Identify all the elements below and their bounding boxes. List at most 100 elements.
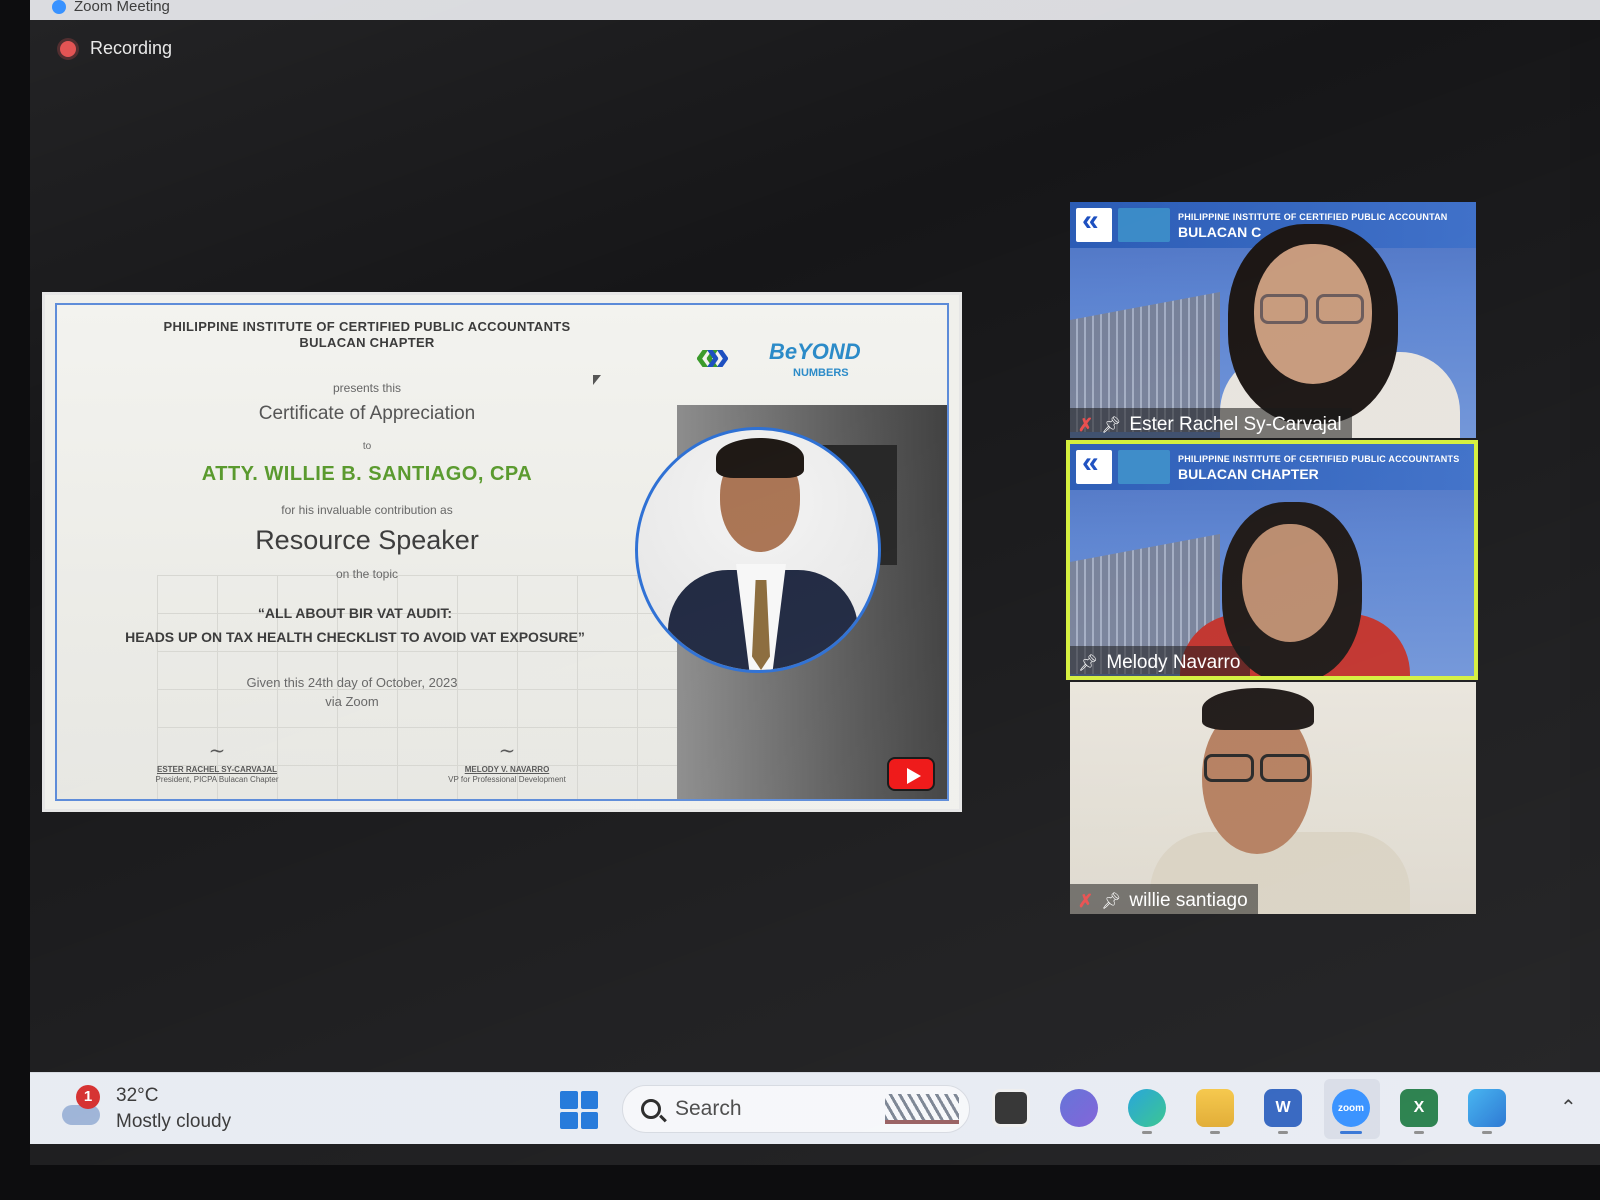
contribution-text: for his invaluable contribution as	[281, 503, 453, 517]
photos-icon[interactable]	[1468, 1089, 1506, 1127]
participant-tile-ester[interactable]: PHILIPPINE INSTITUTE OF CERTIFIED PUBLIC…	[1070, 202, 1476, 438]
search-icon	[641, 1099, 661, 1119]
certificate: PHILIPPINE INSTITUTE OF CERTIFIED PUBLIC…	[55, 303, 949, 801]
weather-condition: Mostly cloudy	[116, 1111, 232, 1132]
participant-name: Ester Rachel Sy-Carvajal	[1129, 414, 1342, 435]
signature-2-scribble: ~	[498, 738, 516, 762]
role-title: Resource Speaker	[255, 525, 479, 555]
speaker-hair	[716, 438, 804, 478]
chevron-up-icon[interactable]: ⌃	[1560, 1095, 1577, 1120]
participant-tile-willie[interactable]: ✗ 📌︎ willie santiago	[1070, 682, 1476, 914]
windows-logo-tile	[560, 1091, 578, 1109]
file-explorer-icon[interactable]	[1196, 1089, 1234, 1127]
window-title: Zoom Meeting	[74, 0, 170, 15]
presents-text: presents this	[332, 381, 402, 395]
screen: Zoom Meeting Recording PHILIPPINE INSTIT…	[30, 0, 1600, 1165]
recording-dot-icon	[60, 40, 76, 57]
taskbar-search[interactable]: Search	[622, 1085, 970, 1133]
start-button[interactable]	[560, 1091, 598, 1129]
logo-subtext: NUMBERS	[793, 367, 849, 379]
picpa-logo-icon	[1076, 204, 1112, 242]
windows-logo-tile	[580, 1091, 598, 1109]
signature-2-title: VP for Professional Development	[448, 775, 566, 784]
recipient-name: ATTY. WILLIE B. SANTIAGO, CPA	[201, 463, 533, 485]
notification-badge: 1	[76, 1085, 100, 1109]
participant-nameplate: 📌︎ Melody Navarro	[1070, 646, 1251, 676]
signature-2-name: MELODY V. NAVARRO	[464, 765, 550, 774]
windows-logo-tile	[560, 1111, 578, 1129]
participant-nameplate: ✗ 📌︎ Ester Rachel Sy-Carvajal	[1070, 408, 1352, 438]
weather-temp: 32°C	[116, 1085, 159, 1106]
signature-1-name: ESTER RACHEL SY-CARVAJAL	[156, 765, 278, 774]
recording-indicator[interactable]: Recording	[60, 38, 172, 59]
signature-2: ~ MELODY V. NAVARRO VP for Professional …	[397, 738, 617, 785]
picpa-logo-icon	[1076, 446, 1112, 484]
participant-nameplate: ✗ 📌︎ willie santiago	[1070, 884, 1258, 914]
banner-text: PHILIPPINE INSTITUTE OF CERTIFIED PUBLIC…	[1178, 452, 1459, 482]
participant-tile-melody[interactable]: PHILIPPINE INSTITUTE OF CERTIFIED PUBLIC…	[1066, 440, 1478, 680]
pin-icon: 📌︎	[1101, 893, 1122, 910]
participant-name: willie santiago	[1129, 890, 1248, 911]
logo-text: BeYOND	[769, 339, 861, 364]
mic-muted-icon: ✗	[1078, 890, 1094, 911]
signature-1-scribble: ~	[208, 738, 226, 762]
speaker-photo	[635, 427, 881, 673]
zoom-app-icon	[52, 0, 66, 15]
org-line-2: BULACAN CHAPTER	[299, 335, 435, 350]
cloud-shape	[62, 1105, 100, 1125]
edge-icon[interactable]	[1128, 1089, 1166, 1127]
taskbar: 1 32°C Mostly cloudy Search W zoom X ⌃	[30, 1072, 1600, 1144]
excel-running-indicator	[1414, 1131, 1424, 1134]
certificate-title: Certificate of Appreciation	[258, 403, 476, 424]
mic-muted-icon: ✗	[1078, 414, 1094, 435]
title-bar: Zoom Meeting	[30, 0, 1600, 20]
participant-head	[1242, 524, 1338, 642]
to-text: to	[362, 441, 372, 452]
topic-line-1: “ALL ABOUT BIR VAT AUDIT:	[257, 605, 453, 621]
explorer-running-indicator	[1210, 1131, 1220, 1134]
org-line-1: PHILIPPINE INSTITUTE OF CERTIFIED PUBLIC…	[163, 319, 571, 334]
participant-hair	[1202, 688, 1314, 730]
word-icon[interactable]: W	[1264, 1089, 1302, 1127]
meeting-area: Recording PHILIPPINE INSTITUTE OF CERTIF…	[30, 20, 1570, 1090]
zoom-active-indicator	[1340, 1131, 1362, 1134]
edge-running-indicator	[1142, 1131, 1152, 1134]
teams-chat-icon[interactable]	[1060, 1089, 1098, 1127]
pin-icon: 📌︎	[1101, 417, 1122, 434]
youtube-icon[interactable]	[887, 757, 935, 791]
signature-1-title: President, PICPA Bulacan Chapter	[155, 775, 279, 784]
word-running-indicator	[1278, 1131, 1288, 1134]
glasses-left	[1260, 294, 1308, 324]
beyond-numbers-logo-icon	[1118, 208, 1170, 242]
excel-icon[interactable]: X	[1400, 1089, 1438, 1127]
certificate-org: PHILIPPINE INSTITUTE OF CERTIFIED PUBLIC…	[157, 319, 577, 351]
beyond-numbers-logo-icon	[1118, 450, 1170, 484]
banner-line-1: PHILIPPINE INSTITUTE OF CERTIFIED PUBLIC…	[1178, 454, 1460, 464]
topic-line-2: HEADS UP ON TAX HEALTH CHECKLIST TO AVOI…	[125, 629, 585, 645]
weather-text: 32°C Mostly cloudy	[116, 1083, 231, 1135]
topic: “ALL ABOUT BIR VAT AUDIT: HEADS UP ON TA…	[75, 601, 635, 649]
glasses-left	[1204, 754, 1254, 782]
pin-icon: 📌︎	[1078, 655, 1099, 672]
glasses-right	[1316, 294, 1364, 324]
banner-line-1: PHILIPPINE INSTITUTE OF CERTIFIED PUBLIC…	[1178, 212, 1448, 222]
zoom-icon[interactable]: zoom	[1332, 1089, 1370, 1127]
weather-widget[interactable]: 1 32°C Mostly cloudy	[60, 1083, 231, 1135]
participant-name: Melody Navarro	[1106, 652, 1241, 673]
recording-label: Recording	[90, 38, 173, 58]
given-line-2: via Zoom	[325, 694, 379, 709]
photos-running-indicator	[1482, 1131, 1492, 1134]
search-placeholder: Search	[675, 1097, 742, 1120]
windows-logo-tile	[580, 1111, 598, 1129]
glasses-right	[1260, 754, 1310, 782]
task-view-icon[interactable]	[992, 1089, 1030, 1127]
search-highlight-bridge-icon	[885, 1094, 959, 1124]
mouse-pointer-icon	[593, 375, 601, 385]
given-line-1: Given this 24th day of October, 2023	[246, 675, 458, 690]
shared-screen[interactable]: PHILIPPINE INSTITUTE OF CERTIFIED PUBLIC…	[42, 292, 962, 812]
tile-banner: PHILIPPINE INSTITUTE OF CERTIFIED PUBLIC…	[1070, 444, 1474, 490]
banner-line-2: BULACAN CHAPTER	[1178, 466, 1319, 482]
on-topic-text: on the topic	[335, 567, 399, 581]
beyond-numbers-logo: «» BeYOND NUMBERS	[695, 327, 875, 397]
cloud-icon: 1	[60, 1085, 102, 1129]
